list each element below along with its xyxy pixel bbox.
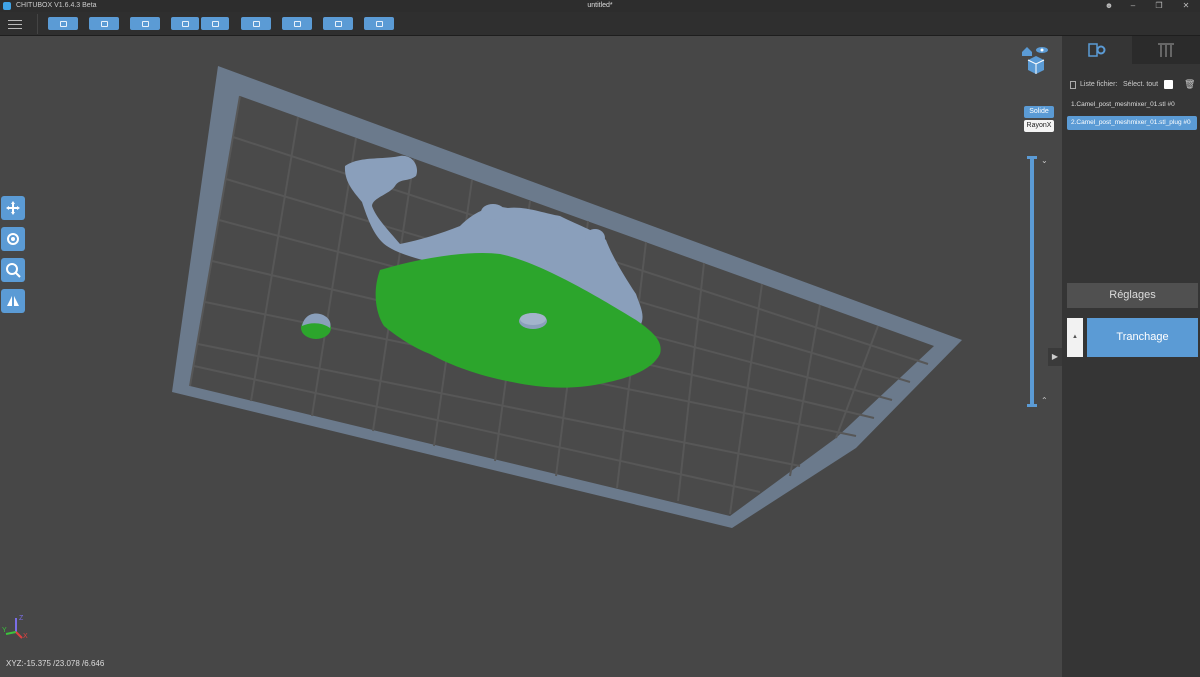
file-list-item-selected[interactable]: 2.Camel_post_meshmixer_01.stl_plug #0 <box>1067 116 1197 130</box>
file-list-header: Liste fichier: Sélect. tout 🗑 <box>1068 79 1196 92</box>
file-icon <box>1070 81 1076 89</box>
solid-mode-button[interactable]: Solide <box>1024 106 1054 118</box>
drill-button[interactable] <box>323 17 353 30</box>
screenshot-button[interactable] <box>241 17 271 30</box>
import-button[interactable] <box>171 17 199 30</box>
save-file-button[interactable] <box>89 17 119 30</box>
autolayout-icon <box>141 20 149 27</box>
autolayout-button[interactable] <box>130 17 160 30</box>
scale-tool-button[interactable] <box>1 258 25 282</box>
close-icon[interactable]: ✕ <box>1174 0 1198 12</box>
rotate-tool-button[interactable] <box>1 227 25 251</box>
support-columns-icon <box>1158 43 1174 57</box>
chevron-up-icon[interactable]: ⌃ <box>1041 396 1048 405</box>
hollow-icon <box>293 20 301 27</box>
3d-viewport[interactable]: Solide RayonX ⌄ ⌃ Z Y X XYZ:-15.375 /23.… <box>0 36 1062 677</box>
hamburger-menu-icon[interactable] <box>8 17 22 31</box>
move-tool-button[interactable] <box>1 196 25 220</box>
axis-z-label: Z <box>19 615 24 622</box>
axis-y-label: Y <box>2 627 7 634</box>
trash-icon[interactable]: 🗑 <box>1184 79 1195 90</box>
frame-icon <box>375 20 383 27</box>
export-button[interactable] <box>201 17 229 30</box>
cursor-coordinates: XYZ:-15.375 /23.078 /6.646 <box>6 659 105 668</box>
mirror-icon <box>7 296 19 306</box>
toolbar-divider <box>37 14 38 34</box>
tab-supports[interactable] <box>1132 36 1200 64</box>
account-icon[interactable]: ☻ <box>1097 0 1121 12</box>
camera-icon <box>252 20 260 27</box>
chevron-down-icon[interactable]: ⌄ <box>1041 156 1048 165</box>
frame-button[interactable] <box>364 17 394 30</box>
slice-button[interactable]: Tranchage <box>1087 318 1198 357</box>
move-icon <box>6 201 20 215</box>
settings-button[interactable]: Réglages <box>1067 283 1198 308</box>
file-list-item[interactable]: 1.Camel_post_meshmixer_01.stl #0 <box>1067 98 1197 112</box>
axis-gizmo: Z Y X <box>2 615 28 640</box>
rotate-icon <box>7 233 19 245</box>
scale-icon <box>6 263 21 278</box>
select-all-label: Sélect. tout <box>1123 81 1159 88</box>
xray-mode-button[interactable]: RayonX <box>1024 120 1054 132</box>
main-toolbar <box>0 12 1200 36</box>
hollow-button[interactable] <box>282 17 312 30</box>
settings-list-icon <box>1088 43 1106 57</box>
file-list-label: Liste fichier: <box>1080 81 1118 88</box>
build-plate-scene <box>172 66 962 528</box>
layer-slider[interactable] <box>1030 158 1034 406</box>
title-bar: CHITUBOX V1.6.4.3 Beta untitled* ☻ – ❐ ✕ <box>0 0 1200 12</box>
axis-x-label: X <box>23 633 28 640</box>
open-icon <box>59 20 67 27</box>
layer-slider-bottom-handle[interactable] <box>1027 404 1037 407</box>
slice-options-button[interactable]: ▲ <box>1067 318 1083 357</box>
tab-settings[interactable] <box>1062 36 1132 64</box>
drain-hole-top <box>520 313 546 325</box>
right-panel: Liste fichier: Sélect. tout 🗑 1.Camel_po… <box>1062 36 1200 677</box>
select-all-checkbox[interactable] <box>1164 80 1173 89</box>
document-title: untitled* <box>587 2 613 9</box>
save-icon <box>100 20 108 27</box>
drop-icon <box>334 20 342 27</box>
import-icon <box>181 20 189 27</box>
mirror-tool-button[interactable] <box>1 289 25 313</box>
maximize-icon[interactable]: ❐ <box>1147 0 1171 12</box>
collapse-panel-arrow-icon[interactable]: ▶ <box>1048 348 1062 366</box>
export-icon <box>211 20 219 27</box>
panel-tabs <box>1062 36 1200 64</box>
open-file-button[interactable] <box>48 17 78 30</box>
view-cube-icon[interactable] <box>1018 44 1054 76</box>
minimize-icon[interactable]: – <box>1121 0 1145 12</box>
